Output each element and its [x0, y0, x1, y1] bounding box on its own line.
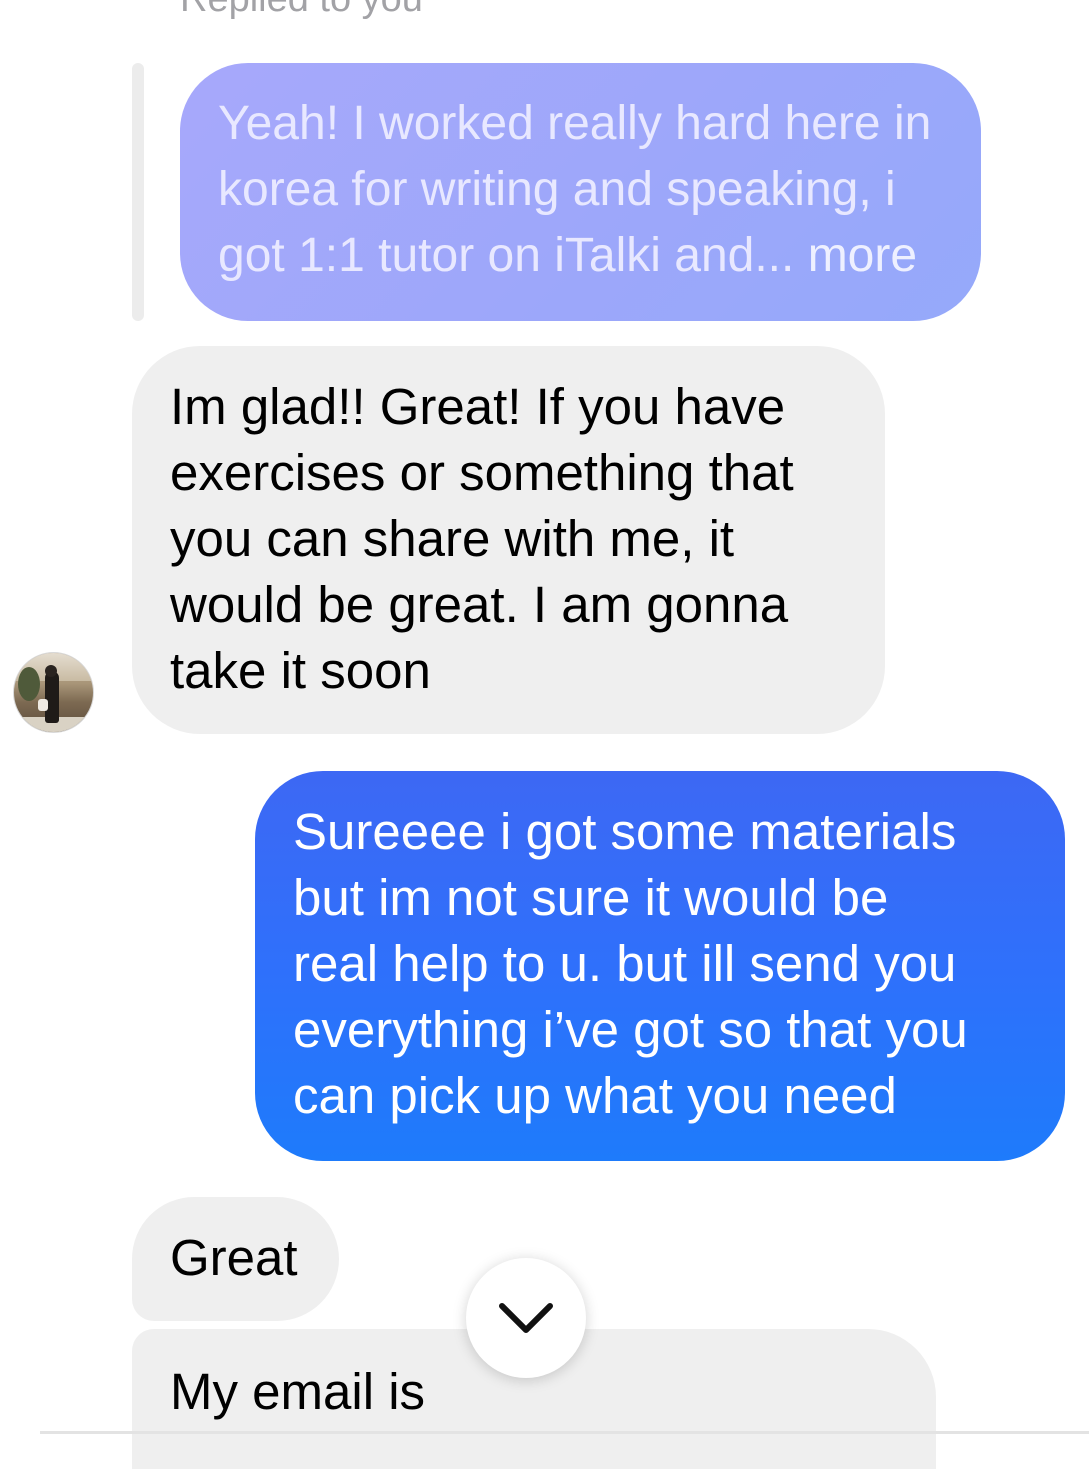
reply-label: Replied to you: [180, 0, 423, 21]
more-link[interactable]: more: [794, 229, 917, 282]
scroll-to-bottom-button[interactable]: [466, 1258, 586, 1378]
contact-avatar[interactable]: [13, 652, 94, 733]
avatar-photo-bag: [38, 699, 48, 711]
message-text: Sureeee i got some materials but im not …: [293, 803, 968, 1124]
sent-message-bubble[interactable]: Sureeee i got some materials but im not …: [255, 771, 1065, 1161]
reply-indicator-bar: [132, 63, 144, 321]
message-text: Great: [170, 1229, 298, 1286]
avatar-photo-figure: [45, 671, 59, 723]
message-text: Im glad!! Great! If you have exercises o…: [170, 378, 794, 699]
avatar-photo-head: [45, 665, 57, 677]
received-message-bubble[interactable]: Im glad!! Great! If you have exercises o…: [132, 346, 885, 734]
message-text: My email is: [170, 1363, 426, 1420]
quoted-message-bubble[interactable]: Yeah! I worked really hard here in korea…: [180, 63, 981, 321]
received-message-bubble[interactable]: Great: [132, 1197, 339, 1321]
chevron-down-icon: [499, 1303, 553, 1333]
avatar-photo-tree: [18, 667, 40, 701]
